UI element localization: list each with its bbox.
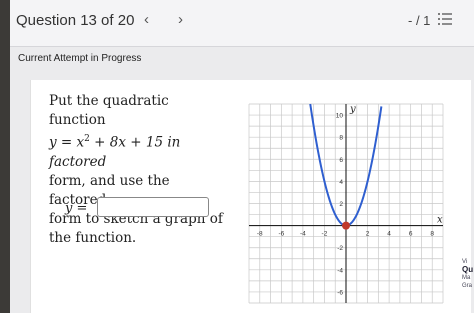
y-tick-label: 6 [339, 157, 343, 164]
next-question-button[interactable]: › [178, 11, 183, 28]
vertex-point[interactable] [342, 221, 350, 230]
y-tick-label: -6 [337, 289, 343, 296]
attempt-status: Current Attempt in Progress [18, 53, 142, 64]
x-tick-label: 6 [409, 231, 413, 238]
quiz-screen: Question 13 of 20 ‹ › - / 1 Current Atte… [10, 0, 474, 313]
answer-input[interactable] [97, 197, 209, 217]
sketch-graph[interactable]: -8 -6 -4 -2 2 4 6 8 10 8 6 4 2 -2 -4 -6 x y [241, 96, 451, 311]
y-tick-label: 4 [339, 179, 343, 186]
answer-label: y = [65, 201, 88, 216]
question-line-1: Put the quadratic function [49, 93, 169, 128]
x-tick-label: 4 [387, 231, 391, 238]
question-card: Put the quadratic function y = x2 + 8x +… [30, 80, 471, 313]
x-tick-label: -4 [300, 231, 306, 238]
question-header: Question 13 of 20 ‹ › - / 1 [10, 0, 474, 47]
y-tick-label: 10 [336, 113, 344, 120]
side-panel-fragment: Vi Qu Ma Gra [462, 258, 474, 290]
score-display: - / 1 [408, 13, 431, 28]
side-panel-text-2: Gra [462, 283, 473, 289]
question-text: Put the quadratic function y = x2 + 8x +… [49, 92, 229, 248]
side-panel-heading: Qu [462, 265, 474, 274]
x-tick-label: 2 [366, 231, 370, 238]
x-tick-label: -8 [257, 231, 263, 238]
question-counter: Question 13 of 20 [16, 12, 135, 29]
x-tick-label: -6 [278, 231, 284, 238]
y-tick-label: -4 [337, 267, 343, 274]
x-tick-label: 8 [430, 231, 434, 238]
question-list-icon[interactable] [438, 11, 452, 27]
prev-question-button[interactable]: ‹ [144, 11, 149, 28]
x-axis-label: x [437, 215, 443, 226]
y-tick-label: 2 [339, 201, 343, 208]
y-tick-label: -2 [337, 245, 343, 252]
question-line-5: the function. [49, 229, 137, 246]
y-axis-label: y [349, 104, 356, 115]
side-panel-text-1: Ma [462, 275, 471, 281]
y-tick-label: 8 [339, 135, 343, 142]
x-tick-label: -2 [322, 231, 328, 238]
question-line-2: y = x2 + 8x + 15 in factored [49, 134, 181, 170]
